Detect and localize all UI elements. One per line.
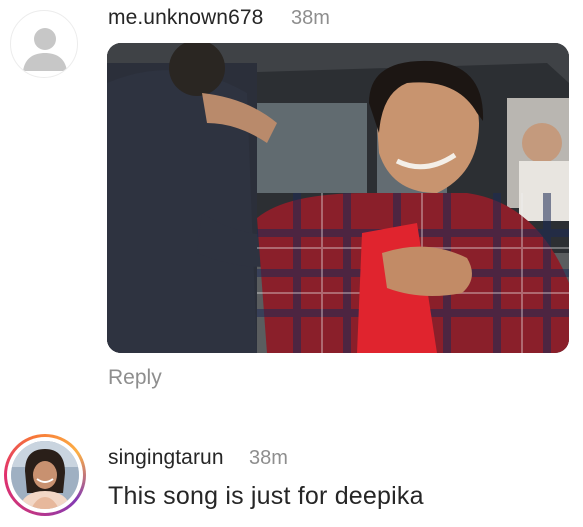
avatar-story-ring[interactable] xyxy=(4,434,86,516)
avatar[interactable] xyxy=(11,441,79,509)
comment-gif[interactable] xyxy=(107,43,569,353)
comment-text: This song is just for deepika xyxy=(108,482,424,510)
reply-button[interactable]: Reply xyxy=(108,366,162,390)
comment-username[interactable]: me.unknown678 xyxy=(108,6,263,30)
avatar-ring-gap xyxy=(7,437,83,513)
comment-timestamp: 38m xyxy=(291,7,330,29)
comment-username[interactable]: singingtarun xyxy=(108,446,224,470)
comment-timestamp: 38m xyxy=(249,447,288,469)
default-avatar-icon[interactable] xyxy=(10,10,78,78)
